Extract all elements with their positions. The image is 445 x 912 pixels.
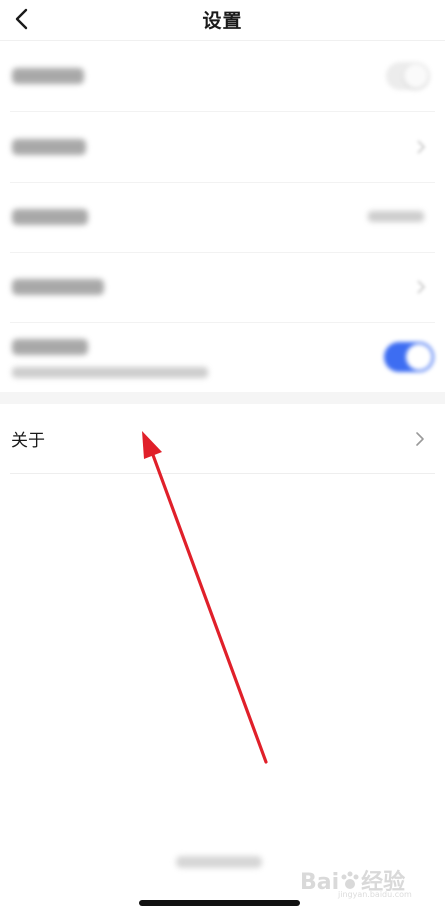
watermark: Bai 经验 jingyan.baidu.com: [300, 858, 440, 899]
nav-header: 设置: [0, 0, 445, 41]
about-label: 关于: [11, 431, 45, 451]
obscured-label: [12, 139, 86, 155]
settings-row-obscured-4[interactable]: [10, 252, 435, 323]
page-title: 设置: [202, 10, 243, 32]
obscured-label: [12, 339, 88, 355]
settings-row-obscured-2[interactable]: [10, 111, 435, 183]
toggle-switch-on[interactable]: [384, 342, 434, 372]
settings-row-obscured-3[interactable]: [10, 182, 435, 253]
obscured-footer-text: [176, 856, 262, 868]
home-indicator[interactable]: [139, 900, 300, 906]
obscured-value: [368, 211, 424, 222]
toggle-knob: [406, 344, 432, 370]
chevron-right-icon: [416, 432, 424, 446]
chevron-right-icon: [417, 140, 426, 154]
about-row[interactable]: 关于: [10, 404, 435, 474]
settings-row-obscured-5[interactable]: [10, 322, 435, 392]
chevron-right-icon: [417, 280, 426, 294]
obscured-label: [12, 68, 84, 84]
obscured-label: [12, 279, 104, 295]
paw-icon: [341, 871, 359, 889]
watermark-url: jingyan.baidu.com: [338, 890, 412, 899]
settings-row-obscured-1[interactable]: [10, 41, 435, 112]
toggle-switch[interactable]: [386, 62, 430, 90]
toggle-knob: [404, 64, 428, 88]
obscured-label: [12, 209, 88, 225]
obscured-subtitle: [12, 367, 208, 378]
section-divider: [0, 392, 445, 404]
